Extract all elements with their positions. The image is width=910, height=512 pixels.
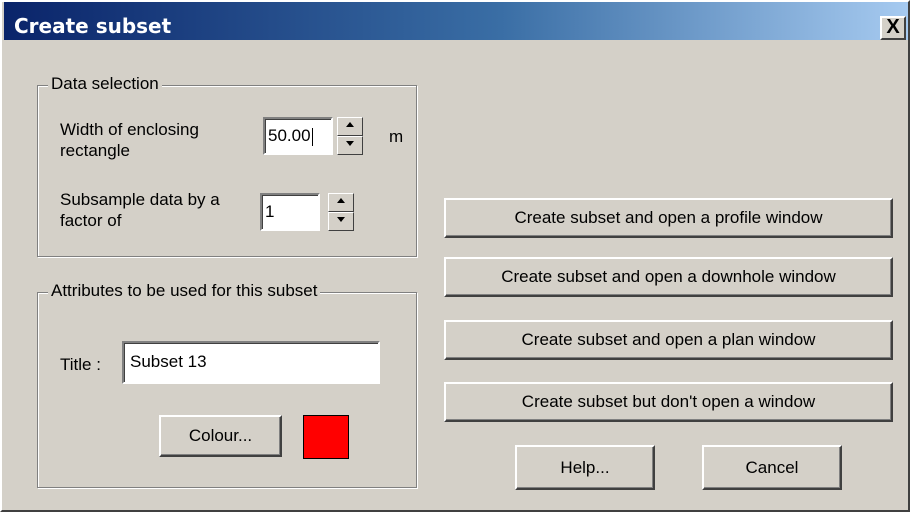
subsample-spinner[interactable] bbox=[328, 193, 354, 231]
width-spinner[interactable] bbox=[337, 117, 363, 155]
downhole-window-button[interactable]: Create subset and open a downhole window bbox=[444, 257, 893, 297]
data-selection-group: Data selection bbox=[37, 74, 417, 257]
text-caret bbox=[311, 127, 313, 146]
attributes-group: Attributes to be used for this subset bbox=[37, 281, 417, 488]
subsample-spin-down-button[interactable] bbox=[328, 212, 354, 231]
colour-swatch bbox=[303, 415, 349, 459]
width-unit: m bbox=[389, 127, 404, 146]
close-icon: X bbox=[886, 16, 900, 38]
width-spin-down-button[interactable] bbox=[337, 136, 363, 155]
help-button[interactable]: Help... bbox=[515, 445, 655, 490]
close-button[interactable]: X bbox=[880, 16, 906, 40]
title-input[interactable]: Subset 13 bbox=[122, 341, 380, 384]
width-spin-up-button[interactable] bbox=[337, 117, 363, 136]
no-window-button[interactable]: Create subset but don't open a window bbox=[444, 382, 893, 422]
create-subset-dialog: Create subset X Data selection Width of … bbox=[0, 0, 910, 512]
title-bar[interactable]: Create subset X bbox=[4, 2, 908, 40]
data-selection-legend: Data selection bbox=[48, 74, 162, 94]
triangle-down-icon bbox=[337, 217, 345, 222]
subsample-spin-up-button[interactable] bbox=[328, 193, 354, 212]
triangle-down-icon bbox=[346, 141, 354, 146]
triangle-up-icon bbox=[346, 122, 354, 127]
title-label: Title : bbox=[60, 355, 101, 374]
profile-window-button[interactable]: Create subset and open a profile window bbox=[444, 198, 893, 238]
cancel-button[interactable]: Cancel bbox=[702, 445, 842, 490]
width-input[interactable]: 50.00 bbox=[263, 117, 333, 155]
triangle-up-icon bbox=[337, 198, 345, 203]
subsample-input[interactable]: 1 bbox=[260, 193, 320, 231]
colour-button[interactable]: Colour... bbox=[159, 415, 282, 457]
width-label: Width of enclosing rectangle bbox=[60, 120, 199, 160]
subsample-label: Subsample data by a factor of bbox=[60, 190, 220, 230]
plan-window-button[interactable]: Create subset and open a plan window bbox=[444, 320, 893, 360]
attributes-legend: Attributes to be used for this subset bbox=[48, 281, 321, 301]
dialog-title: Create subset bbox=[14, 14, 172, 38]
